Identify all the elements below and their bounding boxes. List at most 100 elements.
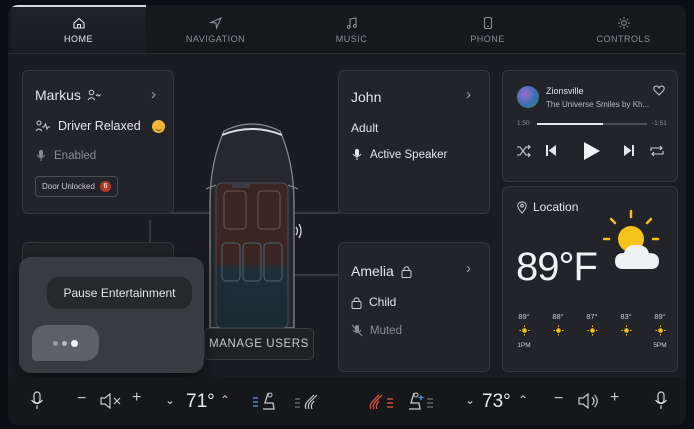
suggestion-label: Pause Entertainment bbox=[63, 286, 176, 300]
volume-icon[interactable] bbox=[578, 393, 600, 409]
forecast-temp: 89° bbox=[518, 312, 530, 321]
passenger-card-john[interactable]: John › Adult Active Speaker bbox=[338, 70, 490, 214]
seat-cooling-icon[interactable] bbox=[252, 391, 276, 411]
chevron-right-icon[interactable]: › bbox=[151, 86, 156, 103]
tab-home[interactable]: HOME bbox=[11, 5, 146, 53]
weather-location: Location bbox=[533, 200, 579, 214]
right-temp-down-icon[interactable]: ⌄ bbox=[465, 393, 475, 407]
microphone-icon[interactable] bbox=[654, 391, 668, 410]
muted-row: Muted bbox=[351, 324, 402, 337]
forecast-temp: 88° bbox=[552, 312, 564, 321]
chevron-right-icon[interactable]: › bbox=[466, 260, 471, 277]
volume-mute-icon[interactable] bbox=[100, 393, 122, 409]
sun-icon bbox=[621, 325, 632, 336]
lock-icon bbox=[401, 265, 412, 278]
driver-name: Markus bbox=[35, 87, 81, 103]
sun-icon bbox=[587, 325, 598, 336]
track-artist: The Universe Smiles by Kh... bbox=[546, 100, 650, 109]
passenger-type: Child bbox=[369, 295, 397, 309]
weather-card[interactable]: Location 89°F 89° 1PM 88° 87° 83° 89° 5PM bbox=[502, 186, 678, 372]
heart-icon[interactable] bbox=[653, 85, 665, 96]
volume-down-button[interactable]: − bbox=[554, 390, 563, 408]
shuffle-icon[interactable] bbox=[516, 145, 531, 157]
forecast-temp: 89° bbox=[654, 312, 666, 321]
tab-music[interactable]: MUSIC bbox=[284, 5, 419, 53]
seat-heating-icon[interactable] bbox=[294, 391, 320, 411]
tab-phone[interactable]: PHONE bbox=[420, 5, 555, 53]
music-note-icon bbox=[346, 17, 357, 29]
heartbeat-user-icon bbox=[35, 120, 50, 131]
child-lock-row: Child bbox=[351, 295, 396, 309]
volume-up-button[interactable]: + bbox=[610, 389, 619, 407]
car-illustration bbox=[205, 123, 302, 329]
alert-count: 6 bbox=[99, 181, 111, 192]
forecast-time: 5PM bbox=[653, 342, 667, 349]
forecast-hour: 89° 5PM bbox=[643, 312, 677, 349]
previous-track-icon[interactable] bbox=[545, 144, 557, 157]
right-temp-up-icon[interactable]: ⌃ bbox=[518, 393, 528, 407]
right-temperature: 73° bbox=[482, 391, 511, 412]
pause-entertainment-suggestion[interactable]: Pause Entertainment bbox=[47, 277, 192, 309]
remaining-time: -1:51 bbox=[652, 120, 667, 127]
location-pin-icon bbox=[517, 200, 527, 214]
microphone-icon[interactable] bbox=[30, 391, 44, 410]
play-icon[interactable] bbox=[583, 141, 601, 161]
left-temperature: 71° bbox=[186, 391, 215, 412]
track-title: Zionsville bbox=[546, 86, 584, 96]
tab-phone-label: PHONE bbox=[470, 34, 505, 44]
active-speaker-row: Active Speaker bbox=[351, 148, 447, 161]
passenger-name: John bbox=[351, 89, 382, 105]
phone-icon bbox=[483, 16, 492, 30]
repeat-icon[interactable] bbox=[650, 145, 664, 157]
left-temp-up-icon[interactable]: ⌃ bbox=[220, 393, 230, 407]
door-unlocked-badge[interactable]: Door Unlocked 6 bbox=[35, 176, 118, 197]
driver-status: Driver Relaxed bbox=[58, 119, 141, 133]
partly-sunny-icon bbox=[603, 209, 660, 269]
tab-navigation[interactable]: NAVIGATION bbox=[148, 5, 283, 53]
progress-track[interactable] bbox=[537, 123, 647, 125]
microphone-icon bbox=[36, 150, 46, 161]
elapsed-time: 1:50 bbox=[517, 120, 530, 127]
tab-home-label: HOME bbox=[64, 34, 93, 44]
passenger-mic-status: Muted bbox=[370, 324, 402, 337]
chevron-right-icon[interactable]: › bbox=[466, 86, 471, 103]
controls-sun-icon bbox=[617, 17, 630, 29]
media-player-card[interactable]: Zionsville The Universe Smiles by Kh... … bbox=[502, 70, 678, 182]
forecast-temp: 87° bbox=[586, 312, 598, 321]
driver-card[interactable]: Markus › Driver Relaxed Enabled Door Unl… bbox=[22, 70, 174, 214]
seat-cooling-icon[interactable] bbox=[408, 391, 434, 411]
passenger-role: Active Speaker bbox=[370, 148, 448, 161]
microphone-icon bbox=[352, 149, 362, 160]
forecast-hour: 89° 1PM bbox=[507, 312, 541, 349]
microphone-off-icon bbox=[351, 324, 363, 337]
climate-bar: − + ⌄ 71° ⌃ ⌄ 73° ⌃ − + bbox=[8, 377, 686, 425]
manage-users-button[interactable]: MANAGE USERS bbox=[204, 328, 314, 360]
tab-controls[interactable]: CONTROLS bbox=[556, 5, 686, 53]
lock-icon bbox=[351, 296, 362, 309]
voice-assistant-popup[interactable]: Pause Entertainment bbox=[19, 257, 204, 373]
forecast-hour: 88° bbox=[541, 312, 575, 336]
left-temp-down-icon[interactable]: ⌄ bbox=[165, 393, 175, 407]
home-icon bbox=[72, 17, 85, 29]
forecast-hour: 83° bbox=[609, 312, 643, 336]
sun-icon bbox=[519, 325, 530, 336]
connector-line bbox=[149, 220, 151, 242]
volume-down-button[interactable]: − bbox=[77, 390, 86, 408]
user-wave-icon bbox=[87, 89, 101, 101]
current-temperature: 89°F bbox=[516, 245, 598, 289]
album-art bbox=[517, 86, 539, 108]
navigation-arrow-icon bbox=[208, 16, 222, 30]
car-top-view[interactable] bbox=[202, 123, 302, 333]
tab-controls-label: CONTROLS bbox=[596, 34, 651, 44]
progress-fill bbox=[537, 123, 603, 125]
volume-up-button[interactable]: + bbox=[132, 389, 141, 407]
tab-music-label: MUSIC bbox=[335, 34, 368, 44]
next-track-icon[interactable] bbox=[623, 144, 635, 157]
passenger-type: Adult bbox=[351, 121, 379, 135]
seat-heating-icon[interactable] bbox=[368, 391, 394, 411]
top-navigation: HOME NAVIGATION MUSIC PHONE CONTROLS bbox=[8, 5, 686, 54]
driver-mic-status: Enabled bbox=[54, 149, 97, 162]
forecast-time: 1PM bbox=[517, 342, 531, 349]
forecast-hour: 87° bbox=[575, 312, 609, 336]
passenger-card-amelia[interactable]: Amelia › Child Muted bbox=[338, 242, 490, 372]
